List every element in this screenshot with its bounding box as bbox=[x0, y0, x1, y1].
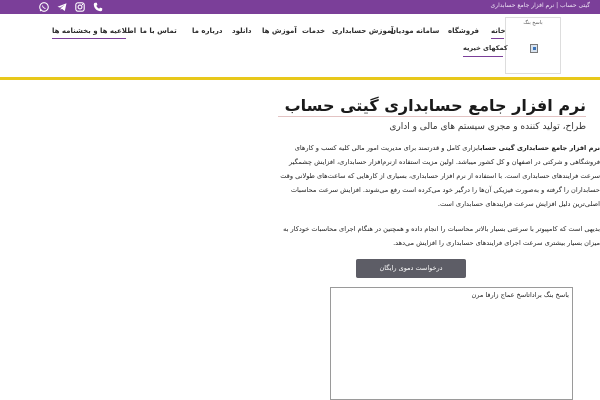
instagram-icon[interactable] bbox=[74, 1, 86, 13]
page-subtitle: طراح، تولید کننده و مجری سیستم های مالی … bbox=[389, 122, 586, 132]
nav-home-underline bbox=[491, 38, 504, 39]
broken-image-icon bbox=[530, 44, 538, 53]
social-icons bbox=[38, 1, 104, 13]
nav-item-accounting-training[interactable]: آموزش حسابداری bbox=[332, 27, 394, 35]
nav-item-charity[interactable]: کمکهای خیریه bbox=[463, 44, 508, 52]
whatsapp-icon[interactable] bbox=[38, 1, 50, 13]
title-underline bbox=[278, 116, 586, 117]
nav-item-contact[interactable]: تماس با ما bbox=[140, 27, 177, 35]
nav-item-home[interactable]: خانه bbox=[491, 27, 506, 35]
nav-item-tutorials[interactable]: آموزش ها bbox=[262, 27, 297, 35]
page-title: نرم افزار جامع حسابداری گیتی حساب bbox=[284, 96, 586, 115]
intro-paragraph-bold: نرم افزار جامع حسابداری گیتی حساب bbox=[479, 144, 600, 152]
free-demo-button[interactable]: درخواست دموی رایگان bbox=[356, 259, 466, 278]
intro-paragraph: نرم افزار جامع حسابداری گیتی حسابابزاری … bbox=[276, 141, 600, 211]
logo-alt-text: باسخ بنگ bbox=[523, 20, 543, 26]
nav-charity-underline bbox=[463, 56, 503, 57]
intro-paragraph-text: ابزاری کامل و قدرتمند برای مدیریت امور م… bbox=[280, 144, 600, 208]
site-logo[interactable]: باسخ بنگ bbox=[505, 17, 561, 74]
nav-item-announcements[interactable]: اطلاعیه ها و بخشنامه ها bbox=[52, 27, 136, 35]
breadcrumb: گیتی حساب | نرم افزار جامع حسابداری bbox=[490, 2, 590, 9]
top-bar: گیتی حساب | نرم افزار جامع حسابداری bbox=[0, 0, 600, 14]
nav-item-moadian[interactable]: سامانه مودیان bbox=[390, 27, 439, 35]
nav-item-download[interactable]: دانلود bbox=[232, 27, 251, 35]
nav-item-about[interactable]: درباره ما bbox=[192, 27, 222, 35]
message-textarea[interactable]: باسخ بنگ براداتاسخ عماج زارفا مرن bbox=[330, 287, 573, 400]
second-paragraph: بدیهی است که کامپیوتر با سرعتی بسیار بال… bbox=[283, 225, 600, 247]
nav-item-shop[interactable]: فروشگاه bbox=[448, 27, 479, 35]
phone-icon[interactable] bbox=[92, 1, 104, 13]
telegram-icon[interactable] bbox=[56, 1, 68, 13]
nav-item-services[interactable]: خدمات bbox=[302, 27, 325, 35]
nav-announcements-underline bbox=[52, 38, 126, 39]
header-divider bbox=[0, 77, 600, 80]
